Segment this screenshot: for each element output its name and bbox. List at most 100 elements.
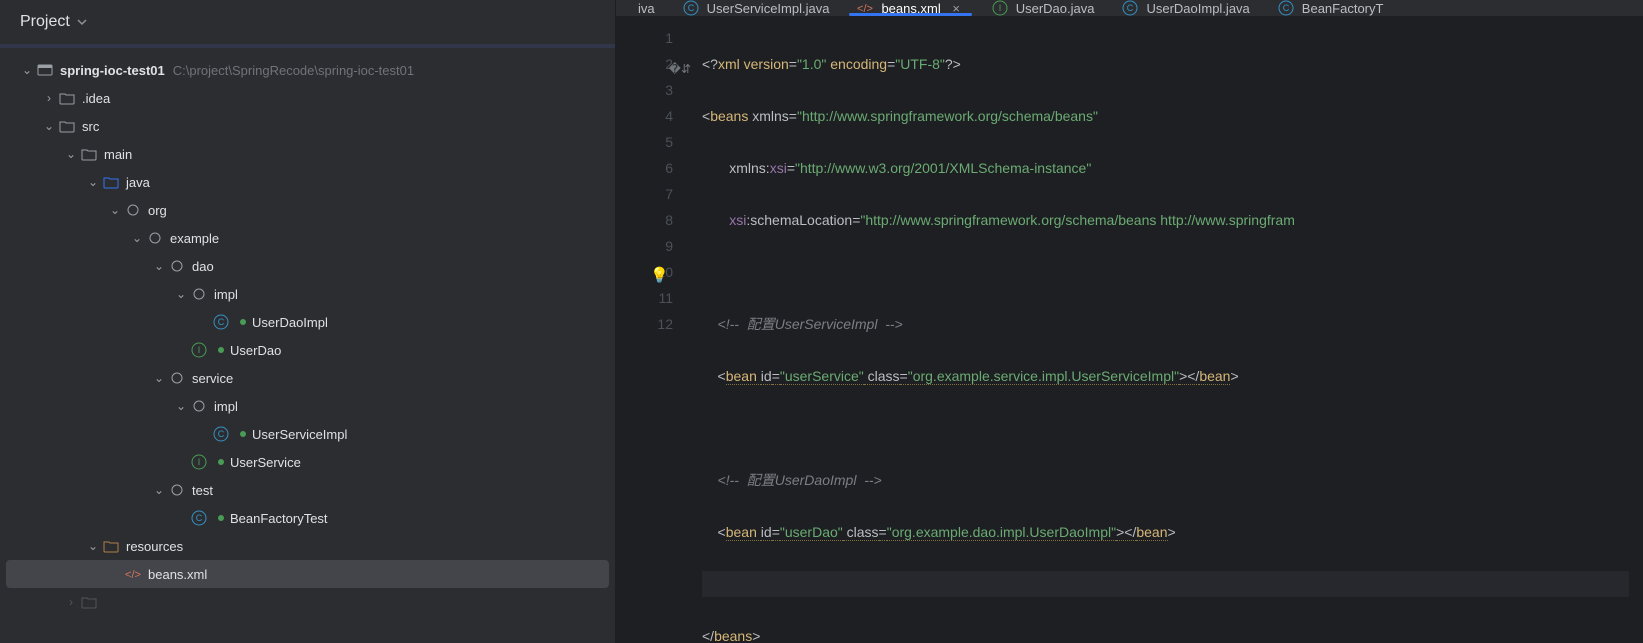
tree-row-dao[interactable]: ⌄ dao xyxy=(6,252,609,280)
tab-label: beans.xml xyxy=(881,1,940,16)
tree-row-service-impl[interactable]: ⌄ impl xyxy=(6,392,609,420)
tab-label: UserDao.java xyxy=(1016,1,1095,16)
tree-row-dao-impl[interactable]: ⌄ impl xyxy=(6,280,609,308)
tree-row-userdaoimpl[interactable]: · C UserDaoImpl xyxy=(6,308,609,336)
svg-text:C: C xyxy=(218,429,225,439)
vcs-status-icon xyxy=(218,515,224,521)
package-icon xyxy=(190,398,208,414)
svg-text:I: I xyxy=(198,457,201,467)
svg-text:C: C xyxy=(1283,3,1290,13)
editor-tabs: iva C UserServiceImpl.java </> beans.xml… xyxy=(616,0,1643,17)
tree-label: src xyxy=(82,119,99,134)
chevron-down-icon[interactable]: ⌄ xyxy=(152,259,166,273)
project-toolwindow-header[interactable]: Project xyxy=(0,0,615,48)
chevron-down-icon[interactable]: ⌄ xyxy=(130,231,144,245)
tree-row-service[interactable]: ⌄ service xyxy=(6,364,609,392)
tab-userserviceimpl[interactable]: C UserServiceImpl.java xyxy=(669,0,844,16)
tree-label: resources xyxy=(126,539,183,554)
package-icon xyxy=(124,202,142,218)
tree-label: beans.xml xyxy=(148,567,207,582)
tree-row-userserviceimpl[interactable]: · C UserServiceImpl xyxy=(6,420,609,448)
tree-label: impl xyxy=(214,399,238,414)
code-editor[interactable]: 1 2�⇵ 3 4 5 6 7 8 9 10💡 11 12 <?xml vers… xyxy=(616,17,1643,643)
xml-file-icon: </> xyxy=(857,0,873,16)
source-folder-icon xyxy=(102,174,120,190)
package-icon xyxy=(168,258,186,274)
chevron-right-icon[interactable]: › xyxy=(42,91,56,105)
tree-row-resources[interactable]: ⌄ resources xyxy=(6,532,609,560)
tab-userdaoimpl[interactable]: C UserDaoImpl.java xyxy=(1108,0,1263,16)
line-gutter: 1 2�⇵ 3 4 5 6 7 8 9 10💡 11 12 xyxy=(616,17,688,643)
chevron-right-icon[interactable]: › xyxy=(64,595,78,609)
class-icon: C xyxy=(1278,0,1294,16)
tab-beansxml[interactable]: </> beans.xml × xyxy=(843,0,977,16)
svg-text:C: C xyxy=(1127,3,1134,13)
tree-row-root[interactable]: ⌄ spring-ioc-test01 C:\project\SpringRec… xyxy=(6,56,609,84)
folder-icon xyxy=(80,594,98,610)
svg-text:</>: </> xyxy=(858,3,874,15)
chevron-down-icon[interactable]: ⌄ xyxy=(174,399,188,413)
close-icon[interactable]: × xyxy=(949,1,964,16)
tree-label: org xyxy=(148,203,167,218)
tree-label: java xyxy=(126,175,150,190)
folder-icon xyxy=(58,118,76,134)
tree-label: main xyxy=(104,147,132,162)
tree-row-truncated[interactable]: › xyxy=(6,588,609,616)
tree-row-beansxml[interactable]: · </> beans.xml xyxy=(6,560,609,588)
tree-label: UserDao xyxy=(230,343,281,358)
vcs-status-icon xyxy=(240,319,246,325)
svg-text:C: C xyxy=(218,317,225,327)
resources-folder-icon xyxy=(102,538,120,554)
chevron-down-icon[interactable]: ⌄ xyxy=(152,483,166,497)
vcs-status-icon xyxy=(240,431,246,437)
chevron-down-icon[interactable]: ⌄ xyxy=(64,147,78,161)
tree-label: test xyxy=(192,483,213,498)
tree-row-example[interactable]: ⌄ example xyxy=(6,224,609,252)
tree-row-userdao[interactable]: · I UserDao xyxy=(6,336,609,364)
tree-row-org[interactable]: ⌄ org xyxy=(6,196,609,224)
tree-label: example xyxy=(170,231,219,246)
package-icon xyxy=(190,286,208,302)
folder-icon xyxy=(58,90,76,106)
chevron-down-icon[interactable]: ⌄ xyxy=(86,175,100,189)
chevron-down-icon[interactable]: ⌄ xyxy=(174,287,188,301)
svg-text:I: I xyxy=(998,3,1001,13)
project-title: Project xyxy=(20,13,70,31)
chevron-down-icon[interactable]: ⌄ xyxy=(20,63,34,77)
chevron-down-icon xyxy=(76,16,88,28)
tree-label: UserDaoImpl xyxy=(252,315,328,330)
project-sidebar: Project ⌄ spring-ioc-test01 C:\project\S… xyxy=(0,0,616,643)
svg-text:C: C xyxy=(687,3,694,13)
tree-row-java[interactable]: ⌄ java xyxy=(6,168,609,196)
tree-row-src[interactable]: ⌄ src xyxy=(6,112,609,140)
class-icon: C xyxy=(683,0,699,16)
vcs-status-icon xyxy=(218,347,224,353)
folder-icon xyxy=(80,146,98,162)
svg-text:</>: </> xyxy=(125,569,141,581)
tree-row-test[interactable]: ⌄ test xyxy=(6,476,609,504)
chevron-down-icon[interactable]: ⌄ xyxy=(108,203,122,217)
interface-icon: I xyxy=(190,454,208,470)
tab-truncated[interactable]: iva xyxy=(624,0,669,16)
tab-userdao[interactable]: I UserDao.java xyxy=(978,0,1109,16)
tab-beanfactorytest[interactable]: C BeanFactoryT xyxy=(1264,0,1398,16)
package-icon xyxy=(146,230,164,246)
tab-label: UserDaoImpl.java xyxy=(1146,1,1249,16)
tree-row-main[interactable]: ⌄ main xyxy=(6,140,609,168)
svg-text:C: C xyxy=(196,513,203,523)
tree-row-idea[interactable]: › .idea xyxy=(6,84,609,112)
tree-row-beanfactorytest[interactable]: · C BeanFactoryTest xyxy=(6,504,609,532)
editor-area: iva C UserServiceImpl.java </> beans.xml… xyxy=(616,0,1643,643)
tree-label: impl xyxy=(214,287,238,302)
chevron-down-icon[interactable]: ⌄ xyxy=(152,371,166,385)
tree-label: UserServiceImpl xyxy=(252,427,347,442)
interface-icon: I xyxy=(190,342,208,358)
project-tree[interactable]: ⌄ spring-ioc-test01 C:\project\SpringRec… xyxy=(0,48,615,643)
tab-label: iva xyxy=(638,1,655,16)
chevron-down-icon[interactable]: ⌄ xyxy=(86,539,100,553)
tree-label: UserService xyxy=(230,455,301,470)
code-content[interactable]: <?xml version="1.0" encoding="UTF-8"?> <… xyxy=(688,17,1643,643)
package-icon xyxy=(168,482,186,498)
tree-row-userservice[interactable]: · I UserService xyxy=(6,448,609,476)
chevron-down-icon[interactable]: ⌄ xyxy=(42,119,56,133)
